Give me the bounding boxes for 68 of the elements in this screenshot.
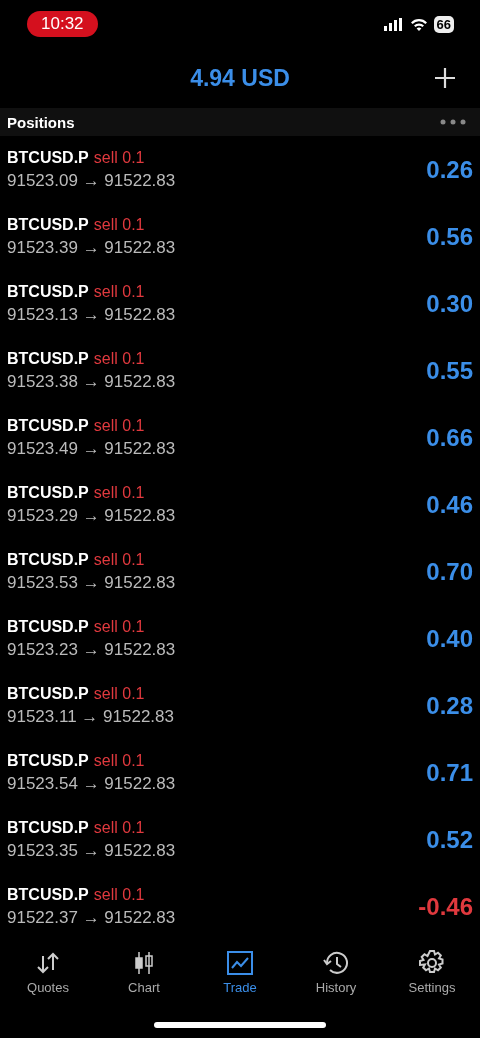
profit-value: 0.28	[426, 691, 473, 720]
price-text: 91523.49 → 91522.83	[7, 438, 176, 459]
tab-button[interactable]: Quotes	[0, 940, 96, 1000]
price-text: 91523.53 → 91522.83	[7, 572, 176, 593]
profit-value: 0.70	[426, 557, 473, 586]
profit-value: 0.40	[426, 624, 473, 653]
balance-text: 4.94 USD	[190, 64, 290, 92]
price-text: 91522.37 → 91522.83	[7, 907, 176, 928]
wifi-icon	[409, 17, 428, 31]
price-text: 91523.13 → 91522.83	[7, 304, 176, 325]
symbol-text: BTCUSD.P	[7, 282, 89, 301]
order-text: sell 0.1	[93, 215, 145, 234]
order-text: sell 0.1	[93, 751, 145, 770]
profit-value: 0.46	[426, 490, 473, 519]
signal-icon	[383, 17, 404, 31]
symbol-text: BTCUSD.P	[7, 617, 89, 636]
price-text: 91523.35 → 91522.83	[7, 840, 176, 861]
profit-value: 0.30	[426, 289, 473, 318]
order-text: sell 0.1	[93, 617, 145, 636]
order-text: sell 0.1	[93, 550, 145, 569]
price-text: 91523.11 → 91522.83	[7, 706, 174, 727]
symbol-text: BTCUSD.P	[7, 818, 89, 837]
add-button[interactable]	[434, 67, 456, 89]
price-text: 91523.23 → 91522.83	[7, 639, 176, 660]
symbol-text: BTCUSD.P	[7, 684, 89, 703]
order-text: sell 0.1	[93, 684, 145, 703]
tab-button[interactable]: Settings	[384, 940, 480, 1000]
profit-value: -0.46	[418, 892, 473, 921]
price-text: 91523.39 → 91522.83	[7, 237, 176, 258]
symbol-text: BTCUSD.P	[7, 885, 89, 904]
battery-indicator: 66	[433, 15, 454, 33]
chart-icon	[227, 951, 253, 975]
tab-button[interactable]: History	[288, 940, 384, 1000]
order-text: sell 0.1	[93, 349, 145, 368]
tab-button[interactable]: Trade	[192, 940, 288, 1000]
order-text: sell 0.1	[93, 818, 145, 837]
profit-value: 0.52	[426, 825, 473, 854]
profit-value: 0.66	[426, 423, 473, 452]
symbol-text: BTCUSD.P	[7, 349, 89, 368]
profit-value: 0.55	[426, 356, 473, 385]
status-time: 10:32	[27, 11, 98, 37]
profit-value: 0.56	[426, 222, 473, 251]
order-text: sell 0.1	[93, 148, 145, 167]
history-icon	[323, 951, 349, 975]
symbol-text: BTCUSD.P	[7, 215, 89, 234]
profit-value: 0.26	[426, 155, 473, 184]
order-text: sell 0.1	[93, 483, 145, 502]
settings-icon	[419, 950, 445, 976]
section-title: Positions	[7, 113, 75, 131]
arrows-icon	[36, 952, 60, 974]
symbol-text: BTCUSD.P	[7, 416, 89, 435]
candlestick-icon	[134, 951, 154, 975]
more-icon	[440, 119, 466, 125]
symbol-text: BTCUSD.P	[7, 483, 89, 502]
price-text: 91523.29 → 91522.83	[7, 505, 176, 526]
order-text: sell 0.1	[93, 885, 145, 904]
more-button[interactable]	[440, 119, 466, 125]
price-text: 91523.38 → 91522.83	[7, 371, 176, 392]
order-text: sell 0.1	[93, 282, 145, 301]
price-text: 91523.54 → 91522.83	[7, 773, 176, 794]
plus-icon	[434, 67, 456, 89]
symbol-text: BTCUSD.P	[7, 550, 89, 569]
order-text: sell 0.1	[93, 416, 145, 435]
symbol-text: BTCUSD.P	[7, 148, 89, 167]
price-text: 91523.09 → 91522.83	[7, 170, 176, 191]
symbol-text: BTCUSD.P	[7, 751, 89, 770]
profit-value: 0.71	[426, 758, 473, 787]
tab-button[interactable]: Chart	[96, 940, 192, 1000]
